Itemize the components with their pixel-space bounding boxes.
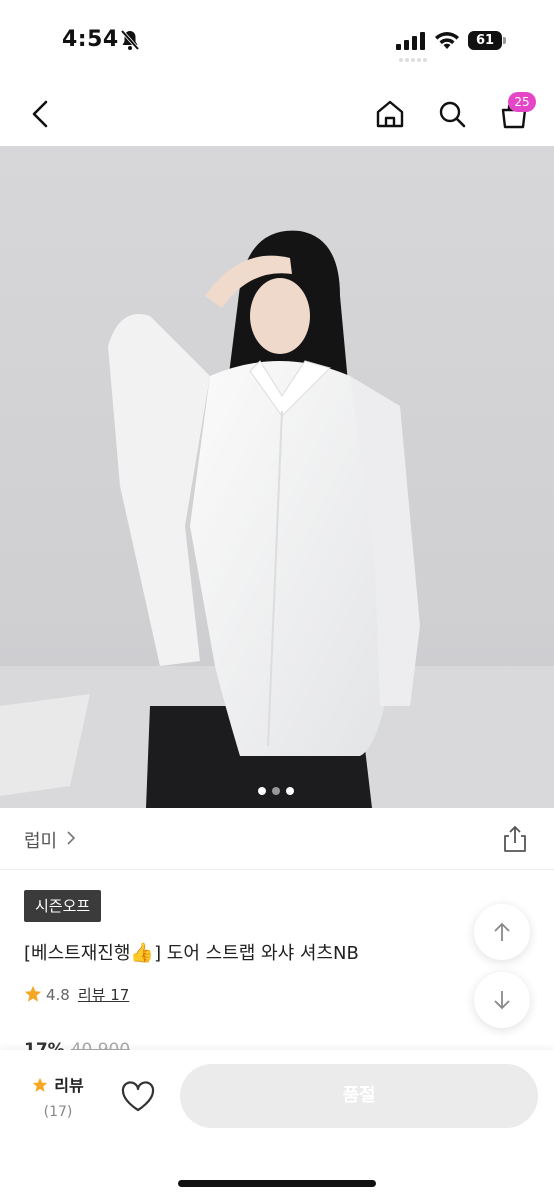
review-label: 리뷰 [54,1076,84,1095]
home-indicator [178,1180,376,1187]
thumbs-up-emoji: 👍 [130,942,155,964]
back-icon[interactable] [20,94,60,134]
review-link[interactable]: 리뷰 17 [78,986,129,1004]
search-icon[interactable] [432,94,472,134]
camera-indicator-dots [399,58,427,62]
wifi-icon [435,32,459,49]
home-icon[interactable] [370,94,410,134]
rating-value: 4.8 [46,986,70,1004]
pagination-dot-active[interactable] [258,787,266,795]
battery-icon: 61 [468,31,508,51]
brand-row [0,808,554,870]
arrow-down-icon [494,991,510,1010]
pagination-dot[interactable] [286,787,294,795]
pagination-dot[interactable] [272,787,280,795]
review-label-row: 리뷰 [28,1072,88,1096]
star-icon [33,1077,48,1092]
signal-icon [396,32,425,50]
scroll-up-button[interactable] [474,904,530,960]
scroll-down-button[interactable] [474,972,530,1028]
title-suffix: ] 도어 스트랩 와샤 셔츠NB [154,943,359,964]
product-title: [베스트재진행👍] 도어 스트랩 와샤 셔츠NB [24,939,359,965]
review-count: (17) [43,1104,73,1120]
chevron-right-icon[interactable] [64,829,78,847]
title-prefix: [베스트재진행 [24,943,131,964]
status-time: 4:54 [62,27,119,52]
cart-count-badge: 25 [508,92,536,112]
soldout-button[interactable]: 품절 [180,1064,538,1128]
review-summary-button[interactable]: 리뷰 (17) [28,1072,88,1120]
gallery-pagination [258,787,298,795]
season-off-tag: 시즌오프 [24,890,102,922]
share-icon[interactable] [498,822,532,856]
battery-level: 61 [475,33,495,48]
brand-name[interactable]: 럽미 [24,827,57,853]
product-image[interactable] [0,146,554,808]
star-icon [24,985,42,1002]
heart-icon[interactable] [118,1078,158,1114]
bell-slash-icon [120,29,140,51]
arrow-up-icon [494,922,510,941]
rating-row: 4.8 리뷰 17 [24,984,129,1006]
